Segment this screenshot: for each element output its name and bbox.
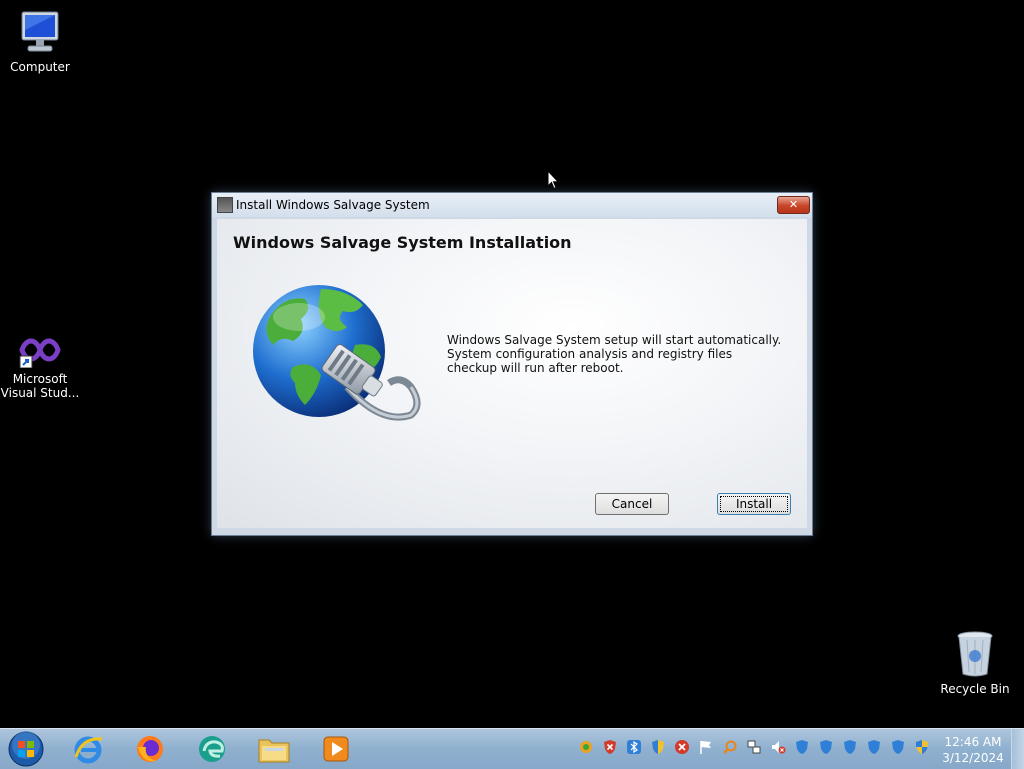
visual-studio-icon [19,338,61,368]
media-player-icon [323,736,349,762]
start-button[interactable] [7,731,45,767]
computer-icon [21,11,59,52]
search-icon[interactable] [722,739,738,755]
show-desktop-button[interactable] [1011,729,1024,769]
shield-icon[interactable] [890,739,906,755]
error-icon[interactable] [674,739,690,755]
install-dialog: Install Windows Salvage System ✕ Windows… [211,192,813,536]
taskbar-file-explorer[interactable] [256,733,292,765]
internet-explorer-icon [74,736,103,764]
security-shield-icon[interactable] [650,739,666,755]
firefox-icon [137,736,163,762]
globe-network-icon [253,285,421,421]
desktop-icon-visual-studio[interactable]: Microsoft Visual Stud... [0,332,80,400]
shield-icon[interactable] [818,739,834,755]
recycle-bin-icon [957,631,993,677]
dialog-title: Install Windows Salvage System [236,198,430,212]
clock-date: 3/12/2024 [942,751,1004,765]
desktop-icon-label: Computer [10,60,70,74]
message-line: checkup will run after reboot. [447,361,624,375]
system-tray [578,739,930,755]
desktop-icon-label: Microsoft Visual Stud... [0,372,80,400]
dialog-message: Windows Salvage System setup will start … [447,333,781,375]
error-shield-icon[interactable] [602,739,618,755]
shield-icon[interactable] [866,739,882,755]
message-line: System configuration analysis and regist… [447,347,733,361]
action-center-flag-icon[interactable] [698,739,714,755]
taskbar-internet-explorer[interactable] [70,733,106,765]
taskbar-media-player[interactable] [318,733,354,765]
dialog-titlebar[interactable]: Install Windows Salvage System ✕ [212,193,812,217]
close-button[interactable]: ✕ [777,196,810,214]
desktop-icon-computer[interactable]: Computer [0,10,80,74]
desktop-icon-label: Recycle Bin [940,682,1010,696]
taskbar-firefox[interactable] [132,733,168,765]
install-button[interactable]: Install [717,493,791,515]
dialog-content: Windows Salvage System Installation Wind… [217,219,807,528]
dialog-heading: Windows Salvage System Installation [233,233,572,252]
taskbar: 12:46 AM 3/12/2024 [0,728,1024,769]
shield-icon[interactable] [842,739,858,755]
mouse-cursor-icon [547,170,559,190]
antivirus-icon[interactable] [578,739,594,755]
edge-icon [199,736,225,762]
taskbar-clock[interactable]: 12:46 AM 3/12/2024 [938,734,1008,766]
cancel-button[interactable]: Cancel [595,493,669,515]
app-icon [217,197,233,213]
desktop-icon-recycle-bin[interactable]: Recycle Bin [935,630,1015,696]
bluetooth-icon[interactable] [626,739,642,755]
taskbar-edge[interactable] [194,733,230,765]
network-icon[interactable] [746,739,762,755]
file-explorer-icon [258,739,290,763]
message-line: Windows Salvage System setup will start … [447,333,782,347]
windows-security-icon[interactable] [914,739,930,755]
shield-icon[interactable] [794,739,810,755]
clock-time: 12:46 AM [944,735,1002,749]
volume-muted-icon[interactable] [770,739,786,755]
